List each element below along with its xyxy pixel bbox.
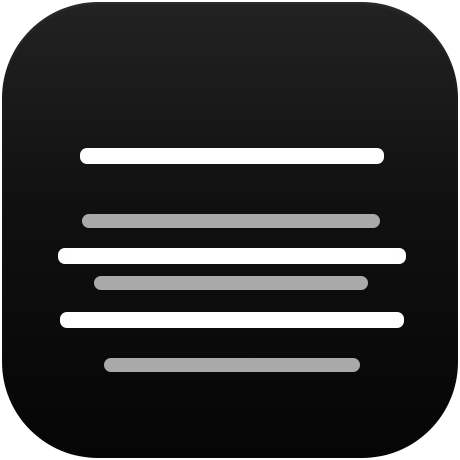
text-line-icon-bar <box>104 358 360 372</box>
text-line-icon-bar <box>60 312 404 328</box>
text-line-icon-bar <box>80 148 384 164</box>
text-lines-app-icon[interactable] <box>2 2 458 458</box>
text-line-icon-bar <box>94 276 368 290</box>
text-line-icon-bar <box>58 248 406 264</box>
text-line-icon-bar <box>82 214 380 228</box>
